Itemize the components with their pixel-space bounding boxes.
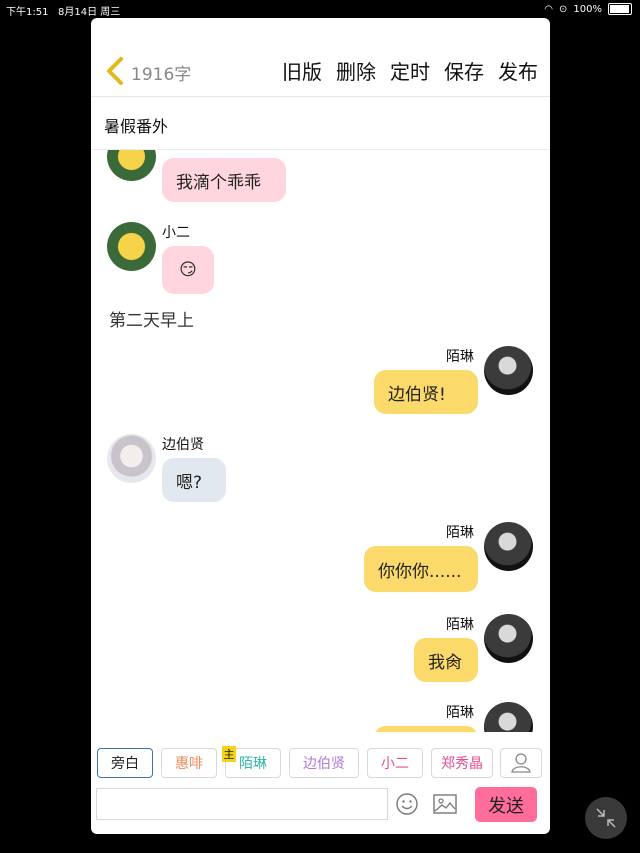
host-badge: 主: [222, 746, 236, 762]
status-time: 下午1:51: [6, 7, 49, 18]
person-icon: [511, 753, 531, 773]
delete-button[interactable]: 删除: [336, 56, 376, 85]
schedule-button[interactable]: 定时: [390, 56, 430, 85]
status-time-date: 下午1:51 8月14日 周三: [6, 3, 120, 18]
add-role-button[interactable]: [500, 748, 542, 778]
avatar-pikachu[interactable]: [107, 222, 156, 271]
avatar-molin[interactable]: [484, 522, 533, 571]
toolbar-actions: 旧版 删除 定时 保存 发布: [282, 56, 538, 85]
battery-percent: 100%: [573, 3, 602, 15]
word-count: 1916字: [131, 65, 192, 85]
collapse-arrows-icon: [596, 808, 616, 828]
emoji-icon[interactable]: [395, 792, 419, 816]
narration-text[interactable]: 第二天早上: [109, 306, 194, 331]
composer: 发送: [91, 786, 550, 826]
publish-button[interactable]: 发布: [498, 56, 538, 85]
avatar-molin[interactable]: [484, 614, 533, 663]
message-bubble[interactable]: 我肏: [414, 638, 478, 682]
back-chevron-icon[interactable]: [103, 56, 127, 86]
message-bubble[interactable]: 😏: [162, 246, 214, 294]
message-bubble[interactable]: 嗯?: [162, 458, 226, 502]
avatar-pikachu[interactable]: [107, 150, 156, 181]
speaker-name: 陌琳: [446, 349, 474, 365]
message-input[interactable]: [96, 788, 388, 820]
location-icon: ⊙: [559, 3, 568, 15]
role-huifei[interactable]: 惠啡: [161, 748, 217, 778]
speaker-name: 陌琳: [446, 525, 474, 541]
message-bubble[interactable]: [374, 726, 478, 732]
status-bar: 下午1:51 8月14日 周三 ◠ ⊙ 100%: [0, 0, 640, 18]
chapter-title-bar[interactable]: 暑假番外: [91, 97, 550, 150]
role-bianboxian[interactable]: 边伯贤: [289, 748, 359, 778]
image-icon[interactable]: [432, 792, 458, 816]
speaker-name: 边伯贤: [162, 437, 204, 453]
avatar-bianboxian[interactable]: [107, 434, 156, 483]
editor-toolbar: 1916字 旧版 删除 定时 保存 发布: [91, 18, 550, 97]
role-xiaoer[interactable]: 小二: [367, 748, 423, 778]
speaker-name: 小二: [162, 225, 190, 241]
collapse-button[interactable]: [585, 797, 627, 839]
send-button[interactable]: 发送: [475, 787, 537, 822]
status-right: ◠ ⊙ 100%: [544, 3, 632, 15]
save-button[interactable]: 保存: [444, 56, 484, 85]
role-narrator[interactable]: 旁白: [97, 748, 153, 778]
battery-icon: [608, 3, 632, 15]
message-bubble[interactable]: 边伯贤!: [374, 370, 478, 414]
avatar-molin[interactable]: [484, 346, 533, 395]
avatar-molin[interactable]: [484, 702, 533, 732]
role-zhengxiujing[interactable]: 郑秀晶: [431, 748, 493, 778]
speaker-name: 陌琳: [446, 617, 474, 633]
old-version-button[interactable]: 旧版: [282, 56, 322, 85]
message-bubble[interactable]: 我滴个乖乖: [162, 158, 286, 202]
chat-area[interactable]: 我滴个乖乖 小二 😏 第二天早上 陌琳 边伯贤! 边伯贤 嗯? 陌琳 你你你..…: [91, 150, 550, 732]
chapter-title: 暑假番外: [104, 117, 169, 136]
editor-sheet: 1916字 旧版 删除 定时 保存 发布 暑假番外 我滴个乖乖 小二 😏 第二天…: [91, 18, 550, 834]
status-date: 8月14日 周三: [58, 7, 121, 18]
message-bubble[interactable]: 你你你......: [364, 546, 478, 592]
wifi-icon: ◠: [544, 3, 554, 15]
role-selector: 旁白 惠啡 陌琳 主 边伯贤 小二 郑秀晶: [91, 746, 550, 780]
speaker-name: 陌琳: [446, 705, 474, 721]
